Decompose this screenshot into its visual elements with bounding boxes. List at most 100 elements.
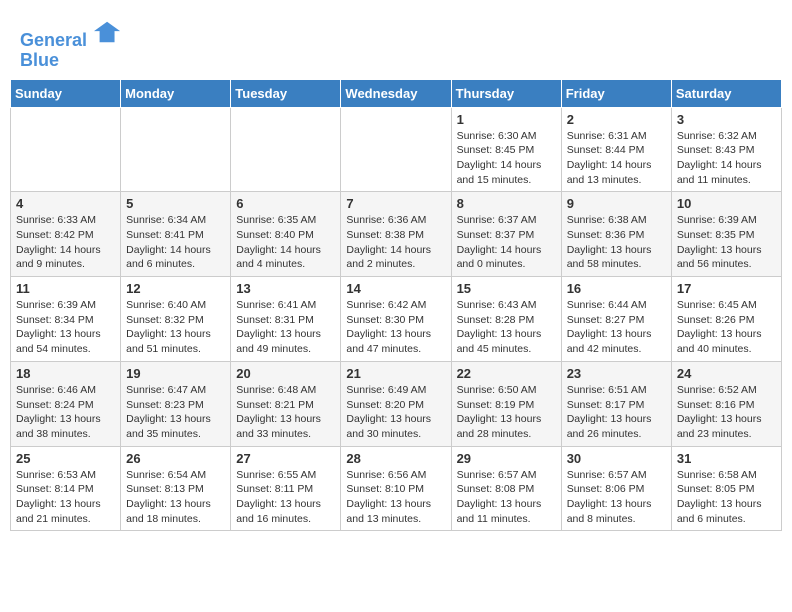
day-info: Sunrise: 6:39 AM Sunset: 8:35 PM Dayligh…	[677, 213, 776, 272]
day-number: 8	[457, 196, 556, 211]
day-info: Sunrise: 6:52 AM Sunset: 8:16 PM Dayligh…	[677, 383, 776, 442]
day-number: 7	[346, 196, 445, 211]
day-info: Sunrise: 6:49 AM Sunset: 8:20 PM Dayligh…	[346, 383, 445, 442]
calendar-cell: 15 Sunrise: 6:43 AM Sunset: 8:28 PM Dayli…	[451, 277, 561, 362]
day-number: 26	[126, 451, 225, 466]
calendar-week-row: 1 Sunrise: 6:30 AM Sunset: 8:45 PM Daylig…	[11, 107, 782, 192]
day-number: 5	[126, 196, 225, 211]
calendar-cell: 10 Sunrise: 6:39 AM Sunset: 8:35 PM Dayli…	[671, 192, 781, 277]
day-number: 13	[236, 281, 335, 296]
day-info: Sunrise: 6:33 AM Sunset: 8:42 PM Dayligh…	[16, 213, 115, 272]
day-info: Sunrise: 6:37 AM Sunset: 8:37 PM Dayligh…	[457, 213, 556, 272]
day-number: 4	[16, 196, 115, 211]
calendar-cell: 18Sunrise: 6:46 AM Sunset: 8:24 PM Dayli…	[11, 361, 121, 446]
calendar-cell: 7 Sunrise: 6:36 AM Sunset: 8:38 PM Daylig…	[341, 192, 451, 277]
day-info: Sunrise: 6:31 AM Sunset: 8:44 PM Dayligh…	[567, 129, 666, 188]
calendar-header: SundayMondayTuesdayWednesdayThursdayFrid…	[11, 79, 782, 107]
calendar-cell: 21 Sunrise: 6:49 AM Sunset: 8:20 PM Dayli…	[341, 361, 451, 446]
day-info: Sunrise: 6:46 AM Sunset: 8:24 PM Dayligh…	[16, 383, 115, 442]
calendar-cell: 29 Sunrise: 6:57 AM Sunset: 8:08 PM Dayli…	[451, 446, 561, 531]
logo-icon	[94, 18, 122, 46]
day-number: 20	[236, 366, 335, 381]
day-info: Sunrise: 6:43 AM Sunset: 8:28 PM Dayligh…	[457, 298, 556, 357]
calendar-cell: 25Sunrise: 6:53 AM Sunset: 8:14 PM Dayli…	[11, 446, 121, 531]
day-number: 9	[567, 196, 666, 211]
calendar-day-header: Monday	[121, 79, 231, 107]
calendar-week-row: 4 Sunrise: 6:33 AM Sunset: 8:42 PM Daylig…	[11, 192, 782, 277]
day-number: 30	[567, 451, 666, 466]
day-info: Sunrise: 6:35 AM Sunset: 8:40 PM Dayligh…	[236, 213, 335, 272]
calendar-cell: 20 Sunrise: 6:48 AM Sunset: 8:21 PM Dayli…	[231, 361, 341, 446]
calendar-cell: 19 Sunrise: 6:47 AM Sunset: 8:23 PM Dayli…	[121, 361, 231, 446]
logo-text: General Blue	[20, 18, 122, 71]
calendar-cell	[121, 107, 231, 192]
calendar-header-row: SundayMondayTuesdayWednesdayThursdayFrid…	[11, 79, 782, 107]
calendar-cell: 5Sunrise: 6:34 AM Sunset: 8:41 PM Daylig…	[121, 192, 231, 277]
day-info: Sunrise: 6:58 AM Sunset: 8:05 PM Dayligh…	[677, 468, 776, 527]
day-info: Sunrise: 6:38 AM Sunset: 8:36 PM Dayligh…	[567, 213, 666, 272]
day-number: 28	[346, 451, 445, 466]
day-number: 16	[567, 281, 666, 296]
day-number: 24	[677, 366, 776, 381]
calendar-cell: 28Sunrise: 6:56 AM Sunset: 8:10 PM Dayli…	[341, 446, 451, 531]
day-info: Sunrise: 6:36 AM Sunset: 8:38 PM Dayligh…	[346, 213, 445, 272]
calendar-day-header: Sunday	[11, 79, 121, 107]
calendar-cell: 11Sunrise: 6:39 AM Sunset: 8:34 PM Dayli…	[11, 277, 121, 362]
calendar-cell	[341, 107, 451, 192]
calendar-cell: 24 Sunrise: 6:52 AM Sunset: 8:16 PM Dayli…	[671, 361, 781, 446]
calendar-day-header: Saturday	[671, 79, 781, 107]
calendar-cell: 12Sunrise: 6:40 AM Sunset: 8:32 PM Dayli…	[121, 277, 231, 362]
day-info: Sunrise: 6:42 AM Sunset: 8:30 PM Dayligh…	[346, 298, 445, 357]
day-number: 19	[126, 366, 225, 381]
calendar-cell	[11, 107, 121, 192]
day-info: Sunrise: 6:54 AM Sunset: 8:13 PM Dayligh…	[126, 468, 225, 527]
day-info: Sunrise: 6:57 AM Sunset: 8:06 PM Dayligh…	[567, 468, 666, 527]
day-info: Sunrise: 6:51 AM Sunset: 8:17 PM Dayligh…	[567, 383, 666, 442]
calendar-cell: 1 Sunrise: 6:30 AM Sunset: 8:45 PM Daylig…	[451, 107, 561, 192]
calendar-cell: 4 Sunrise: 6:33 AM Sunset: 8:42 PM Daylig…	[11, 192, 121, 277]
day-number: 3	[677, 112, 776, 127]
calendar-cell: 31Sunrise: 6:58 AM Sunset: 8:05 PM Dayli…	[671, 446, 781, 531]
day-number: 2	[567, 112, 666, 127]
day-number: 10	[677, 196, 776, 211]
calendar-cell: 2 Sunrise: 6:31 AM Sunset: 8:44 PM Daylig…	[561, 107, 671, 192]
calendar-cell: 22 Sunrise: 6:50 AM Sunset: 8:19 PM Dayli…	[451, 361, 561, 446]
calendar-cell: 16 Sunrise: 6:44 AM Sunset: 8:27 PM Dayli…	[561, 277, 671, 362]
day-info: Sunrise: 6:48 AM Sunset: 8:21 PM Dayligh…	[236, 383, 335, 442]
day-info: Sunrise: 6:32 AM Sunset: 8:43 PM Dayligh…	[677, 129, 776, 188]
day-number: 21	[346, 366, 445, 381]
day-info: Sunrise: 6:50 AM Sunset: 8:19 PM Dayligh…	[457, 383, 556, 442]
calendar-day-header: Thursday	[451, 79, 561, 107]
day-info: Sunrise: 6:41 AM Sunset: 8:31 PM Dayligh…	[236, 298, 335, 357]
day-number: 27	[236, 451, 335, 466]
calendar-cell: 23Sunrise: 6:51 AM Sunset: 8:17 PM Dayli…	[561, 361, 671, 446]
day-info: Sunrise: 6:47 AM Sunset: 8:23 PM Dayligh…	[126, 383, 225, 442]
day-info: Sunrise: 6:39 AM Sunset: 8:34 PM Dayligh…	[16, 298, 115, 357]
day-number: 22	[457, 366, 556, 381]
day-number: 15	[457, 281, 556, 296]
calendar-cell: 26 Sunrise: 6:54 AM Sunset: 8:13 PM Dayli…	[121, 446, 231, 531]
day-info: Sunrise: 6:45 AM Sunset: 8:26 PM Dayligh…	[677, 298, 776, 357]
day-number: 6	[236, 196, 335, 211]
calendar-cell: 14 Sunrise: 6:42 AM Sunset: 8:30 PM Dayli…	[341, 277, 451, 362]
calendar-body: 1 Sunrise: 6:30 AM Sunset: 8:45 PM Daylig…	[11, 107, 782, 531]
day-info: Sunrise: 6:44 AM Sunset: 8:27 PM Dayligh…	[567, 298, 666, 357]
day-number: 29	[457, 451, 556, 466]
calendar-cell: 6 Sunrise: 6:35 AM Sunset: 8:40 PM Daylig…	[231, 192, 341, 277]
day-number: 14	[346, 281, 445, 296]
calendar-cell: 30 Sunrise: 6:57 AM Sunset: 8:06 PM Dayli…	[561, 446, 671, 531]
day-number: 1	[457, 112, 556, 127]
day-info: Sunrise: 6:40 AM Sunset: 8:32 PM Dayligh…	[126, 298, 225, 357]
calendar-day-header: Wednesday	[341, 79, 451, 107]
day-info: Sunrise: 6:57 AM Sunset: 8:08 PM Dayligh…	[457, 468, 556, 527]
calendar-day-header: Friday	[561, 79, 671, 107]
calendar-cell: 9 Sunrise: 6:38 AM Sunset: 8:36 PM Daylig…	[561, 192, 671, 277]
calendar-cell: 27 Sunrise: 6:55 AM Sunset: 8:11 PM Dayli…	[231, 446, 341, 531]
calendar: SundayMondayTuesdayWednesdayThursdayFrid…	[10, 79, 782, 532]
logo: General Blue	[20, 18, 122, 71]
calendar-cell: 8 Sunrise: 6:37 AM Sunset: 8:37 PM Daylig…	[451, 192, 561, 277]
calendar-week-row: 25Sunrise: 6:53 AM Sunset: 8:14 PM Dayli…	[11, 446, 782, 531]
calendar-cell	[231, 107, 341, 192]
day-info: Sunrise: 6:30 AM Sunset: 8:45 PM Dayligh…	[457, 129, 556, 188]
day-info: Sunrise: 6:55 AM Sunset: 8:11 PM Dayligh…	[236, 468, 335, 527]
